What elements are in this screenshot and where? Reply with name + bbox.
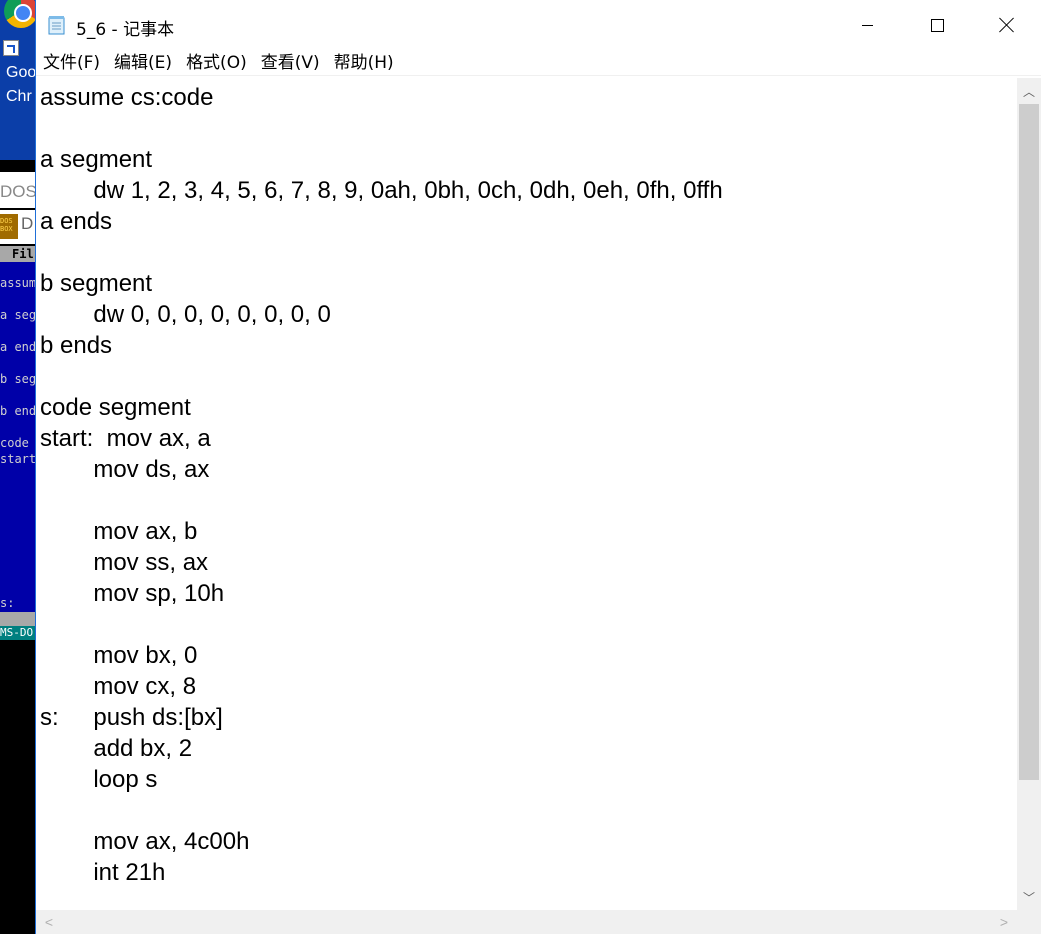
dosbox-line: b end [0, 404, 36, 418]
maximize-button[interactable] [914, 0, 960, 50]
maximize-icon [930, 18, 944, 32]
scroll-down-icon[interactable]: ﹀ [1017, 884, 1041, 910]
menu-edit[interactable]: 编辑(E) [109, 50, 177, 75]
scroll-up-icon[interactable]: ︿ [1017, 78, 1041, 104]
menu-bar: 文件(F) 编辑(E) 格式(O) 查看(V) 帮助(H) [36, 50, 1041, 76]
window-title: 5_6 - 记事本 [76, 20, 175, 40]
menu-view[interactable]: 查看(V) [256, 50, 325, 75]
vertical-scrollbar[interactable]: ︿ ﹀ [1017, 78, 1041, 910]
notepad-window[interactable]: 5_6 - 记事本 文件(F) 编辑(E) 格式(O) 查看(V) 帮助(H) … [35, 0, 1041, 934]
scrollbar-corner [1017, 910, 1041, 934]
editor-content[interactable]: assume cs:code a segment dw 1, 2, 3, 4, … [36, 78, 1016, 888]
dosbox-line: a seg [0, 308, 36, 322]
chrome-icon[interactable] [4, 0, 36, 28]
dosbox-line: assum [0, 276, 36, 290]
dosbox-line: s: [0, 596, 15, 610]
dosbox-line: a end [0, 340, 36, 354]
minimize-button[interactable] [844, 0, 890, 50]
dosbox-line: start [0, 452, 36, 466]
dosbox-line: b seg [0, 372, 36, 386]
dosbox-menubar[interactable]: Fil [0, 246, 36, 262]
dosbox-status-text: MS-DO [0, 626, 36, 640]
desktop-shortcut-label[interactable]: Goo [6, 64, 36, 82]
dosbox-line: code [0, 436, 29, 450]
scroll-right-icon[interactable]: > [991, 910, 1017, 934]
close-icon [999, 17, 1015, 33]
dosbox-window[interactable]: DOS DOS BOX D Fil assum a seg a end b se… [0, 160, 36, 934]
menu-help[interactable]: 帮助(H) [329, 50, 399, 75]
dosbox-caption-text: D [21, 214, 34, 233]
dosbox-logo-icon: DOS BOX [0, 214, 18, 239]
titlebar[interactable]: 5_6 - 记事本 [36, 0, 1041, 50]
menu-file[interactable]: 文件(F) [38, 50, 105, 75]
text-editor[interactable]: assume cs:code a segment dw 1, 2, 3, 4, … [36, 78, 1016, 910]
desktop-shortcut-label-2[interactable]: Chr [6, 88, 32, 106]
desktop-background: Goo Chr DOS DOS BOX D Fil assum a seg a … [0, 0, 36, 934]
vertical-scroll-thumb[interactable] [1019, 104, 1039, 780]
minimize-icon [861, 24, 873, 26]
notepad-icon [48, 16, 65, 35]
shortcut-arrow-icon [3, 40, 19, 56]
menu-format[interactable]: 格式(O) [181, 50, 252, 75]
scroll-left-icon[interactable]: < [36, 910, 62, 934]
close-button[interactable] [984, 0, 1030, 50]
horizontal-scrollbar[interactable]: < > [36, 910, 1017, 934]
dosbox-title: DOS [0, 182, 36, 201]
dosbox-status-bar [0, 612, 36, 626]
